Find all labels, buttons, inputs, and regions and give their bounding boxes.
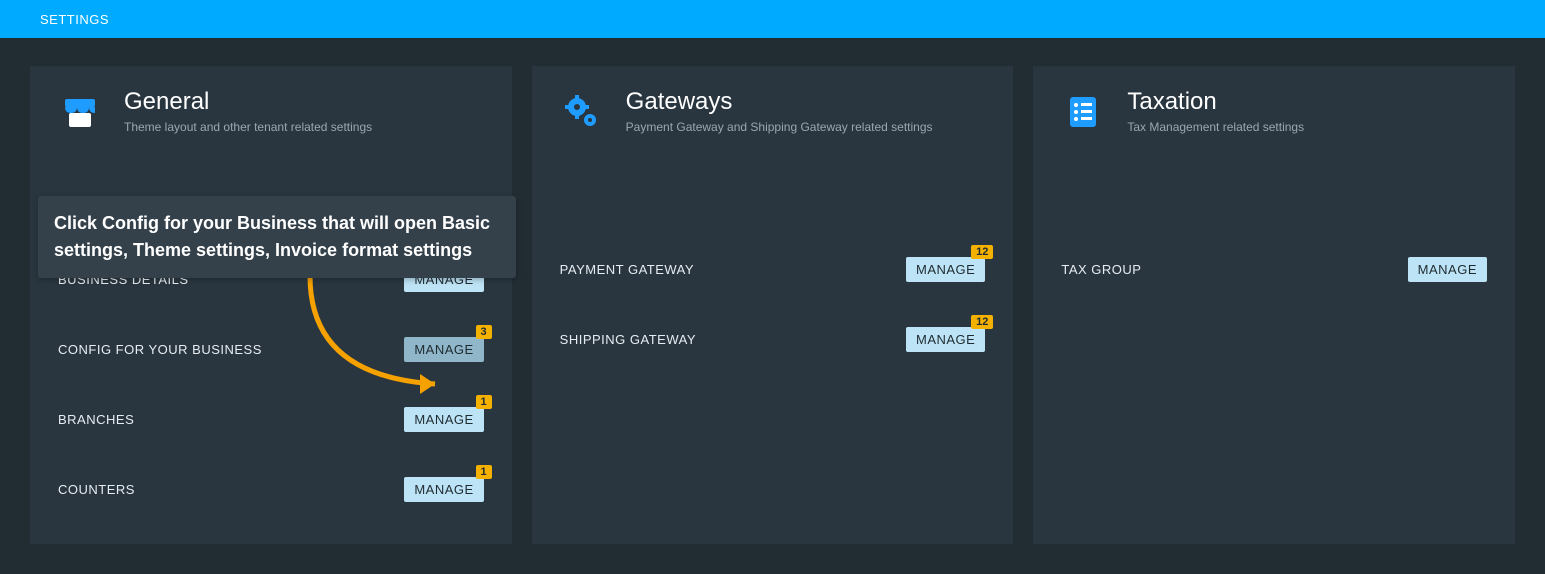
row-label: SHIPPING GATEWAY — [560, 332, 696, 347]
card-general: General Theme layout and other tenant re… — [30, 66, 512, 544]
topbar: SETTINGS — [0, 0, 1545, 38]
badge: 12 — [971, 245, 993, 259]
manage-counters-button[interactable]: MANAGE — [404, 477, 483, 502]
card-header-gateways: Gateways Payment Gateway and Shipping Ga… — [532, 66, 1014, 144]
row-config-business: CONFIG FOR YOUR BUSINESS MANAGE 3 — [58, 314, 484, 384]
manage-shipping-gateway-button[interactable]: MANAGE — [906, 327, 985, 352]
row-payment-gateway: PAYMENT GATEWAY MANAGE 12 — [560, 234, 986, 304]
card-subtitle-gateways: Payment Gateway and Shipping Gateway rel… — [626, 120, 933, 134]
card-title-taxation: Taxation — [1127, 88, 1304, 116]
checklist-icon — [1061, 90, 1105, 134]
row-tax-group: TAX GROUP MANAGE — [1061, 234, 1487, 304]
row-label: BRANCHES — [58, 412, 134, 427]
gears-icon — [560, 90, 604, 134]
row-branches: BRANCHES MANAGE 1 — [58, 384, 484, 454]
row-list-gateways: PAYMENT GATEWAY MANAGE 12 SHIPPING GATEW… — [532, 144, 1014, 394]
row-counters: COUNTERS MANAGE 1 — [58, 454, 484, 524]
row-label: TAX GROUP — [1061, 262, 1141, 277]
card-taxation: Taxation Tax Management related settings… — [1033, 66, 1515, 544]
card-header-general: General Theme layout and other tenant re… — [30, 66, 512, 144]
manage-branches-button[interactable]: MANAGE — [404, 407, 483, 432]
settings-content: General Theme layout and other tenant re… — [0, 38, 1545, 574]
card-title-gateways: Gateways — [626, 88, 933, 116]
card-subtitle-general: Theme layout and other tenant related se… — [124, 120, 372, 134]
card-header-taxation: Taxation Tax Management related settings — [1033, 66, 1515, 144]
card-title-general: General — [124, 88, 372, 116]
card-gateways: Gateways Payment Gateway and Shipping Ga… — [532, 66, 1014, 544]
badge: 1 — [476, 395, 492, 409]
row-label: COUNTERS — [58, 482, 135, 497]
card-subtitle-taxation: Tax Management related settings — [1127, 120, 1304, 134]
row-label: PAYMENT GATEWAY — [560, 262, 694, 277]
badge: 12 — [971, 315, 993, 329]
row-label: CONFIG FOR YOUR BUSINESS — [58, 342, 262, 357]
row-shipping-gateway: SHIPPING GATEWAY MANAGE 12 — [560, 304, 986, 374]
page-title: SETTINGS — [40, 12, 109, 27]
badge: 3 — [476, 325, 492, 339]
manage-config-business-button[interactable]: MANAGE — [404, 337, 483, 362]
manage-payment-gateway-button[interactable]: MANAGE — [906, 257, 985, 282]
row-list-taxation: TAX GROUP MANAGE — [1033, 144, 1515, 324]
badge: 1 — [476, 465, 492, 479]
manage-tax-group-button[interactable]: MANAGE — [1408, 257, 1487, 282]
store-icon — [58, 90, 102, 134]
tooltip-callout: Click Config for your Business that will… — [38, 196, 516, 278]
